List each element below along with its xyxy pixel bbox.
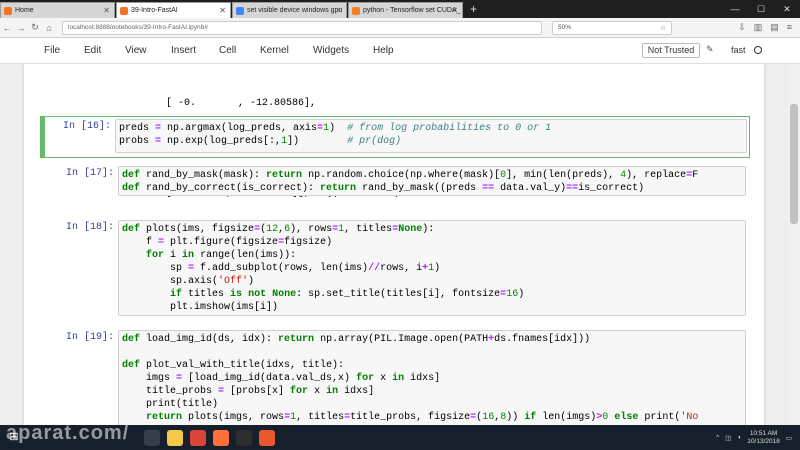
close-icon[interactable]: ✕	[451, 6, 458, 15]
chrome-icon[interactable]	[190, 429, 206, 446]
close-icon[interactable]: ✕	[219, 6, 226, 15]
pencil-icon[interactable]: ✎	[706, 44, 714, 55]
tab-stackoverflow[interactable]: python - Tensorflow set CUDA_ ✕	[348, 2, 463, 18]
new-tab-button[interactable]: +	[464, 2, 483, 18]
close-icon[interactable]: ✕	[335, 6, 342, 15]
google-icon	[236, 7, 244, 15]
code-input[interactable]: preds = np.argmax(log_preds, axis=1) # f…	[115, 119, 747, 153]
kernel-name: fast	[731, 45, 746, 55]
tab-label: 39-Intro-FastAI	[131, 7, 178, 14]
clock[interactable]: 10:51 AM 10/13/2018	[747, 430, 780, 446]
menu-file[interactable]: File	[44, 45, 60, 56]
output-line: [ -0. , -12.80586],	[166, 98, 317, 109]
cell-prompt: In [16]:	[62, 121, 111, 132]
tab-label: set visible device windows gpu	[247, 7, 343, 14]
library-icon[interactable]: ▥	[754, 22, 763, 33]
reader-icon[interactable]: ▤	[770, 22, 779, 33]
task-view-icon[interactable]	[144, 429, 160, 446]
minimize-icon[interactable]: —	[722, 4, 748, 14]
watermark: aparat.com/	[6, 422, 130, 444]
notebook-area: [ -0. , -12.80586], [ -0.00015, -8.8178 …	[0, 64, 800, 425]
code-text: preds = np.argmax(log_preds, axis=1) # f…	[119, 123, 552, 147]
code-cell-19[interactable]: In [19]: def load_img_id(ds, idx): retur…	[44, 328, 748, 425]
code-cell-18[interactable]: In [18]: def plots(ims, figsize=(12,6), …	[44, 218, 748, 318]
menu-insert[interactable]: Insert	[171, 45, 196, 56]
menu-view[interactable]: View	[125, 45, 147, 56]
tab-google-search[interactable]: set visible device windows gpu ✕	[232, 2, 347, 18]
menu-edit[interactable]: Edit	[84, 45, 101, 56]
stackoverflow-icon	[352, 7, 360, 15]
code-input[interactable]: def load_img_id(ds, idx): return np.arra…	[118, 330, 746, 425]
app-icon[interactable]	[259, 429, 275, 446]
menu-kernel[interactable]: Kernel	[260, 45, 289, 56]
code-input[interactable]: def rand_by_mask(mask): return np.random…	[118, 166, 746, 196]
clock-time: 10:51 AM	[749, 429, 778, 437]
close-icon[interactable]: ✕	[103, 6, 110, 15]
back-icon[interactable]: ←	[0, 23, 14, 33]
tab-label: python - Tensorflow set CUDA_	[363, 7, 461, 14]
download-icon[interactable]: ⇩	[738, 22, 746, 33]
file-explorer-icon[interactable]	[167, 429, 183, 446]
clock-date: 10/13/2018	[747, 437, 780, 445]
url-input[interactable]: localhost:8888/notebooks/39-Intro-FastAI…	[62, 20, 542, 35]
cell-prompt: In [19]:	[65, 332, 114, 343]
code-cell-17[interactable]: In [17]: def rand_by_mask(mask): return …	[44, 164, 748, 198]
menu-icon[interactable]: ≡	[787, 22, 792, 33]
zoom-box[interactable]: 50% ☆	[552, 20, 672, 35]
close-window-icon[interactable]: ✕	[774, 4, 800, 15]
jupyter-icon	[120, 7, 128, 15]
reload-icon[interactable]: ↻	[28, 22, 42, 33]
maximize-icon[interactable]: ☐	[748, 4, 774, 15]
not-trusted-button[interactable]: Not Trusted	[642, 43, 700, 58]
address-bar-row: ← → ↻ ⌂ localhost:8888/notebooks/39-Intr…	[0, 18, 800, 38]
system-tray: ^ ◫ ◖ 10:51 AM 10/13/2018 ▭	[716, 430, 800, 446]
url-text: localhost:8888/notebooks/39-Intro-FastAI…	[68, 24, 208, 31]
menu-widgets[interactable]: Widgets	[313, 45, 349, 56]
page-scrollbar[interactable]	[788, 64, 800, 425]
browser-tab-strip: Home ✕ 39-Intro-FastAI ✕ set visible dev…	[0, 0, 800, 18]
network-icon[interactable]: ◫	[725, 434, 731, 442]
code-text: def plots(ims, figsize=(12,6), rows=1, t…	[122, 224, 525, 313]
jupyter-icon	[4, 7, 12, 15]
cell-prompt: In [18]:	[65, 222, 114, 233]
firefox-icon[interactable]	[213, 429, 229, 446]
home-icon[interactable]: ⌂	[42, 23, 56, 33]
chevron-up-icon[interactable]: ^	[716, 434, 719, 441]
menu-cell[interactable]: Cell	[219, 45, 236, 56]
window-controls: — ☐ ✕	[722, 0, 800, 18]
browser-toolbar-icons: ⇩ ▥ ▤ ≡	[738, 22, 800, 33]
bookmark-icon[interactable]: ☆	[660, 24, 666, 32]
cell-prompt: In [17]:	[65, 168, 114, 179]
kernel-status-icon	[754, 46, 762, 54]
zoom-level: 50%	[558, 24, 572, 31]
menu-help[interactable]: Help	[373, 45, 394, 56]
code-input[interactable]: def plots(ims, figsize=(12,6), rows=1, t…	[118, 220, 746, 316]
tab-label: Home	[15, 7, 34, 14]
code-cell-16[interactable]: In [16]: preds = np.argmax(log_preds, ax…	[40, 116, 750, 158]
tab-home[interactable]: Home ✕	[0, 2, 115, 18]
terminal-icon[interactable]	[236, 429, 252, 446]
tab-notebook[interactable]: 39-Intro-FastAI ✕	[116, 2, 231, 18]
code-text: def rand_by_mask(mask): return np.random…	[122, 170, 699, 194]
forward-icon[interactable]: →	[14, 23, 28, 33]
notifications-icon[interactable]: ▭	[786, 434, 792, 442]
scroll-thumb[interactable]	[790, 104, 798, 224]
volume-icon[interactable]: ◖	[737, 434, 741, 441]
code-text: def load_img_id(ds, idx): return np.arra…	[122, 334, 699, 423]
